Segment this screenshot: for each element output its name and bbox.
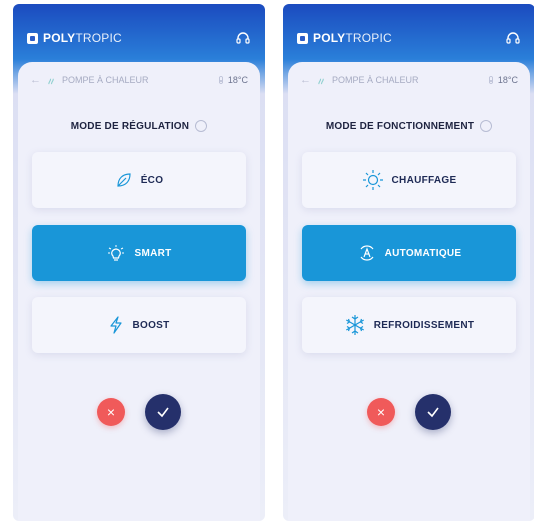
- close-icon: ×: [376, 404, 386, 420]
- phone-screen-fonctionnement: POLY TROPIC ← POMPE À CHALEUR 18°C MODE D…: [283, 4, 534, 521]
- brand-logo: POLY TROPIC: [297, 31, 392, 45]
- brand-mark-icon: [27, 32, 38, 44]
- heat-pump-icon: [48, 78, 54, 84]
- back-arrow-icon[interactable]: ←: [300, 74, 311, 86]
- option-automatique[interactable]: AUTOMATIQUE: [302, 225, 516, 281]
- nav-title: POMPE À CHALEUR: [62, 75, 149, 85]
- phone-screen-regulation: POLY TROPIC ← POMPE À CHALEUR 18°C MODE D…: [13, 4, 265, 521]
- cancel-button[interactable]: ×: [367, 398, 395, 426]
- nav-title: POMPE À CHALEUR: [332, 75, 419, 85]
- info-icon[interactable]: [195, 120, 208, 132]
- thermometer-icon: [218, 76, 223, 84]
- mode-title: MODE DE FONCTIONNEMENT: [288, 120, 530, 132]
- option-label: SMART: [134, 247, 172, 259]
- option-label: ÉCO: [140, 174, 164, 186]
- option-label: BOOST: [132, 319, 170, 331]
- option-smart[interactable]: SMART: [32, 225, 246, 281]
- option-chauffage[interactable]: CHAUFFAGE: [302, 152, 516, 208]
- lightbulb-icon: [108, 245, 125, 261]
- cancel-button[interactable]: ×: [97, 398, 125, 426]
- mode-title-text: MODE DE RÉGULATION: [70, 120, 190, 132]
- top-bar: POLY TROPIC: [27, 28, 251, 48]
- nav-row: ← POMPE À CHALEUR 18°C: [300, 74, 518, 86]
- option-label: CHAUFFAGE: [391, 174, 457, 186]
- option-eco[interactable]: ÉCO: [32, 152, 246, 208]
- brand-name-bold: POLY: [43, 31, 76, 45]
- option-refroidissement[interactable]: REFROIDISSEMENT: [302, 297, 516, 353]
- mode-title-text: MODE DE FONCTIONNEMENT: [325, 120, 475, 132]
- content-card: ← POMPE À CHALEUR 18°C MODE DE RÉGULATIO…: [18, 62, 260, 521]
- check-icon: [157, 407, 169, 418]
- action-buttons: ×: [18, 394, 260, 430]
- close-icon: ×: [106, 404, 116, 420]
- thermometer-icon: [488, 76, 493, 84]
- auto-icon: [360, 245, 374, 261]
- lightning-icon: [110, 316, 123, 334]
- confirm-button[interactable]: [145, 394, 181, 430]
- temperature-value: 18°C: [497, 75, 518, 85]
- brand-name-light: TROPIC: [345, 31, 392, 45]
- confirm-button[interactable]: [415, 394, 451, 430]
- heat-pump-icon: [318, 78, 324, 84]
- sun-icon: [362, 170, 383, 190]
- info-icon[interactable]: [480, 120, 493, 132]
- nav-row: ← POMPE À CHALEUR 18°C: [30, 74, 248, 86]
- mode-title: MODE DE RÉGULATION: [18, 120, 260, 132]
- brand-mark-icon: [297, 32, 308, 44]
- brand-name-light: TROPIC: [75, 31, 122, 45]
- top-bar: POLY TROPIC: [297, 28, 521, 48]
- check-icon: [427, 407, 439, 418]
- temperature-value: 18°C: [227, 75, 248, 85]
- option-boost[interactable]: BOOST: [32, 297, 246, 353]
- action-buttons: ×: [288, 394, 530, 430]
- headset-icon[interactable]: [505, 30, 521, 46]
- leaf-icon: [117, 173, 131, 187]
- option-label: AUTOMATIQUE: [384, 247, 462, 259]
- content-card: ← POMPE À CHALEUR 18°C MODE DE FONCTIONN…: [288, 62, 530, 521]
- snowflake-icon: [345, 315, 364, 335]
- option-label: REFROIDISSEMENT: [373, 319, 475, 331]
- brand-name-bold: POLY: [313, 31, 346, 45]
- brand-logo: POLY TROPIC: [27, 31, 122, 45]
- headset-icon[interactable]: [235, 30, 251, 46]
- back-arrow-icon[interactable]: ←: [30, 74, 41, 86]
